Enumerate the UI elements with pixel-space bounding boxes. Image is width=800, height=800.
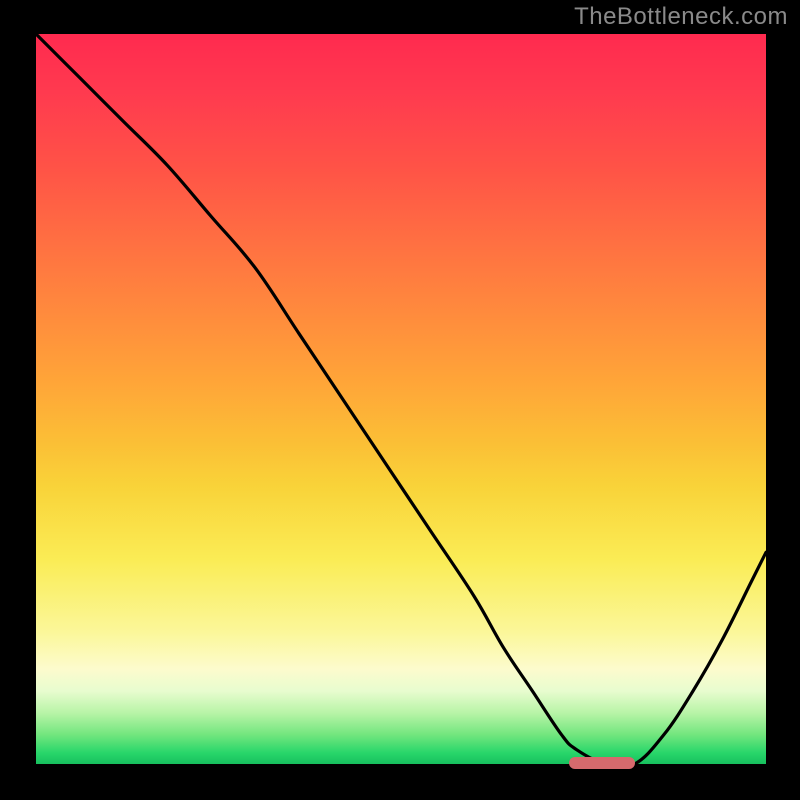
bottleneck-curve-svg: [36, 34, 766, 764]
bottleneck-curve-path: [36, 34, 766, 764]
watermark-text: TheBottleneck.com: [574, 3, 788, 31]
optimal-marker: [569, 757, 635, 769]
plot-area: [36, 34, 766, 764]
